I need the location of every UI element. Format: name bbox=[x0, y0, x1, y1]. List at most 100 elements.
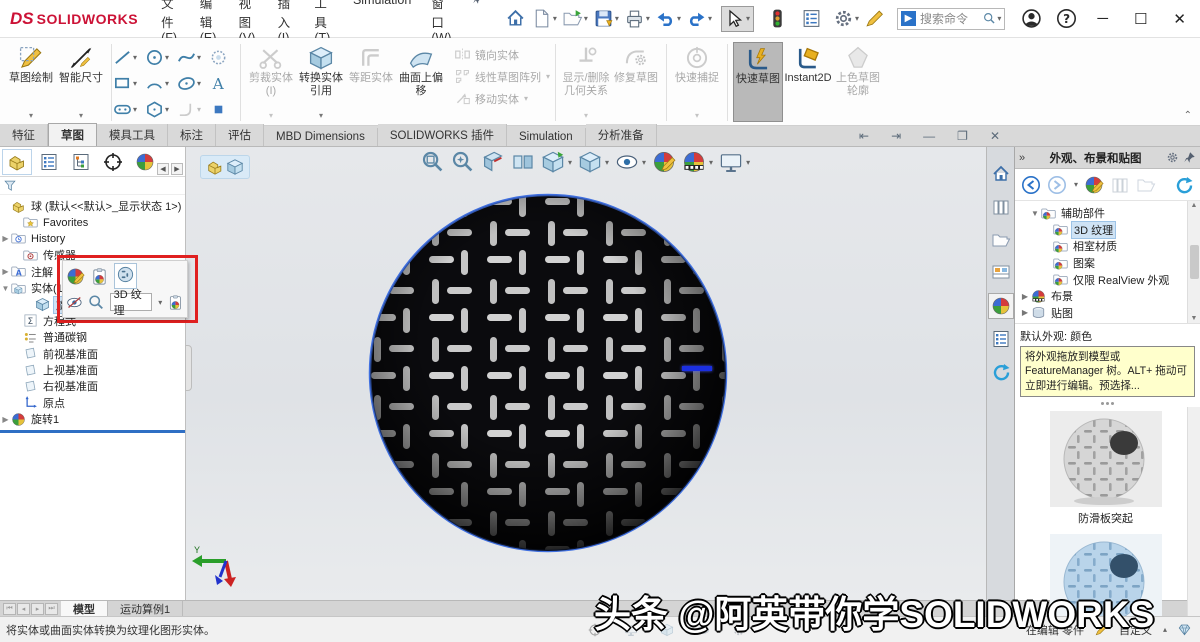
fm-tab-scroll-right-icon[interactable]: ▶ bbox=[171, 163, 183, 175]
tree-item-decals[interactable]: ▶贴图 bbox=[1019, 305, 1186, 322]
shaded-sketch-contours-button[interactable]: 上色草图轮廓 bbox=[833, 42, 883, 122]
tree-item-scenes[interactable]: ▶布景 bbox=[1019, 288, 1186, 305]
tree-item-origin[interactable]: 原点 bbox=[0, 395, 185, 411]
3d-texture-dropdown-caret-icon[interactable]: ▾ bbox=[158, 298, 162, 307]
trim-entities-button[interactable]: 剪裁实体(I) ▾ bbox=[246, 42, 296, 122]
edit-appearance-button[interactable] bbox=[652, 150, 676, 174]
doc-prev-icon[interactable]: ⇤ bbox=[859, 128, 869, 144]
breadcrumb[interactable] bbox=[200, 155, 250, 179]
tree-scrollbar[interactable]: ▲▼ bbox=[1187, 201, 1200, 323]
repair-sketch-button[interactable]: 修复草图 bbox=[611, 42, 661, 122]
sketch-button[interactable]: 草图绘制 ▾ bbox=[6, 42, 56, 122]
open-button[interactable]: ▾ bbox=[560, 5, 590, 32]
undo-button[interactable]: ▾ bbox=[653, 5, 683, 32]
3d-drawing-view-button[interactable] bbox=[511, 150, 535, 174]
thumbnails-scrollbar[interactable]: ▼ bbox=[1187, 407, 1200, 642]
mirror-entities-button[interactable]: 镜向实体 bbox=[454, 46, 519, 63]
maximize-button[interactable]: ☐ bbox=[1134, 10, 1147, 28]
pane-options-gear-icon[interactable] bbox=[1166, 151, 1179, 164]
tab-mbd-dimensions[interactable]: MBD Dimensions bbox=[264, 128, 378, 146]
options-list-button[interactable] bbox=[799, 5, 824, 32]
texture-map-icon[interactable] bbox=[90, 267, 109, 286]
tree-item-history[interactable]: ▶History bbox=[0, 231, 185, 247]
expand-pane-icon[interactable]: » bbox=[1019, 152, 1025, 164]
circle-tool-button[interactable]: ▾ bbox=[145, 44, 175, 70]
hide-show-items-button[interactable]: ▾ bbox=[615, 150, 646, 174]
solidworks-forum-tab[interactable] bbox=[988, 359, 1014, 385]
graphics-viewport[interactable]: ▾ ▾ ▾ ▾ ▾ bbox=[186, 147, 986, 600]
print-button[interactable]: ▾ bbox=[622, 5, 652, 32]
section-view-button[interactable] bbox=[481, 150, 505, 174]
smart-dimension-button[interactable]: 智能尺寸 ▾ bbox=[56, 42, 106, 122]
doc-restore-button[interactable]: ❐ bbox=[957, 128, 968, 144]
rollback-bar[interactable] bbox=[0, 430, 185, 433]
motion-study-tab[interactable]: 运动算例1 bbox=[108, 601, 183, 616]
refresh-icon[interactable] bbox=[1174, 175, 1194, 195]
scroll-down-icon[interactable]: ▼ bbox=[1191, 315, 1198, 322]
model-sphere[interactable] bbox=[364, 189, 732, 557]
select-tool-button[interactable]: ▾ bbox=[721, 6, 754, 32]
tab-annotations[interactable]: 标注 bbox=[168, 124, 216, 146]
breadcrumb-body-icon[interactable] bbox=[226, 158, 244, 176]
view-palette-tab[interactable] bbox=[988, 260, 1014, 286]
scroll-up-icon[interactable]: ▲ bbox=[1191, 202, 1198, 209]
tab-first-icon[interactable]: ⏮ bbox=[3, 603, 16, 615]
tree-filter[interactable] bbox=[0, 177, 185, 195]
nav-forward-caret-icon[interactable]: ▾ bbox=[1074, 180, 1078, 189]
dimxpertmanager-tab[interactable] bbox=[98, 149, 128, 175]
edit-appearance-icon[interactable] bbox=[66, 267, 85, 286]
tree-item-realview-only[interactable]: 仅限 RealView 外观 bbox=[1019, 271, 1186, 288]
open-caret-icon[interactable]: ▾ bbox=[584, 14, 588, 23]
interference-check-icon[interactable] bbox=[765, 5, 790, 32]
quick-snaps-button[interactable]: 快速捕捉 ▾ bbox=[672, 42, 722, 122]
design-library-tab[interactable] bbox=[988, 194, 1014, 220]
apply-scene-button[interactable]: ▾ bbox=[682, 150, 713, 174]
tab-analysis-prep[interactable]: 分析准备 bbox=[586, 124, 657, 146]
customize-caret-icon[interactable]: ▴ bbox=[1163, 625, 1167, 634]
xpress-products-icon[interactable] bbox=[862, 5, 887, 32]
save-caret-icon[interactable]: ▾ bbox=[615, 14, 619, 23]
tree-item-favorites[interactable]: Favorites bbox=[0, 214, 185, 230]
units-gem-icon[interactable] bbox=[1177, 622, 1192, 637]
appearance-ball-icon[interactable] bbox=[1084, 175, 1104, 195]
scroll-thumb[interactable] bbox=[1190, 245, 1199, 279]
linear-sketch-pattern-button[interactable]: 线性草图阵列 ▾ bbox=[454, 68, 550, 85]
3d-texture-dropdown-button[interactable]: 3D 纹理 bbox=[110, 293, 153, 311]
view-orientation-button[interactable]: ▾ bbox=[578, 150, 609, 174]
polygon-tool-button[interactable]: ▾ bbox=[145, 96, 175, 122]
tab-simulation[interactable]: Simulation bbox=[507, 128, 586, 146]
view-settings-button[interactable]: ▾ bbox=[719, 150, 750, 174]
tree-item-top-plane[interactable]: 上视基准面 bbox=[0, 362, 185, 378]
tree-item-right-plane[interactable]: 右视基准面 bbox=[0, 378, 185, 394]
tree-item-revolve1-feature[interactable]: ▶旋转1 bbox=[0, 411, 185, 427]
breadcrumb-part-icon[interactable] bbox=[206, 158, 224, 176]
tab-sketch[interactable]: 草图 bbox=[48, 123, 97, 146]
search-icon[interactable] bbox=[983, 12, 996, 25]
slot-tool-button[interactable]: ▾ bbox=[113, 96, 143, 122]
offset-on-surface-button[interactable]: 曲面上偏移 bbox=[396, 42, 446, 122]
tree-item-material[interactable]: 普通碳钢 bbox=[0, 329, 185, 345]
doc-next-icon[interactable]: ⇥ bbox=[891, 128, 901, 144]
search-caret-icon[interactable]: ▾ bbox=[997, 14, 1001, 23]
texture-thumbnail-1[interactable]: 防滑板突起 bbox=[1025, 411, 1186, 526]
solidworks-resources-tab[interactable] bbox=[988, 161, 1014, 187]
search-input[interactable]: 搜索命令 bbox=[920, 10, 983, 27]
user-account-button[interactable] bbox=[1019, 5, 1044, 32]
tab-solidworks-addins[interactable]: SOLIDWORKS 插件 bbox=[378, 124, 507, 146]
text-tool-button[interactable]: A bbox=[209, 70, 239, 96]
new-document-button[interactable]: ▾ bbox=[529, 5, 559, 32]
rapid-sketch-button[interactable]: 快速草图 bbox=[733, 42, 783, 122]
tree-item-pattern[interactable]: 图案 bbox=[1019, 255, 1186, 272]
propertymanager-tab[interactable] bbox=[34, 149, 64, 175]
doc-minimize-button[interactable]: — bbox=[923, 128, 935, 144]
sketch-fillet-button[interactable]: ▾ bbox=[177, 96, 207, 122]
home-button[interactable] bbox=[503, 5, 528, 32]
close-button[interactable]: ✕ bbox=[1173, 10, 1186, 28]
redo-button[interactable]: ▾ bbox=[684, 5, 714, 32]
tab-mold-tools[interactable]: 模具工具 bbox=[97, 124, 168, 146]
zoom-to-fit-button[interactable] bbox=[421, 150, 445, 174]
tree-root-part[interactable]: 球 (默认<<默认>_显示状态 1>) bbox=[0, 198, 185, 214]
tree-item-front-plane[interactable]: 前视基准面 bbox=[0, 346, 185, 362]
line-tool-button[interactable]: ▾ bbox=[113, 44, 143, 70]
appearance-copy-icon[interactable] bbox=[167, 293, 184, 312]
